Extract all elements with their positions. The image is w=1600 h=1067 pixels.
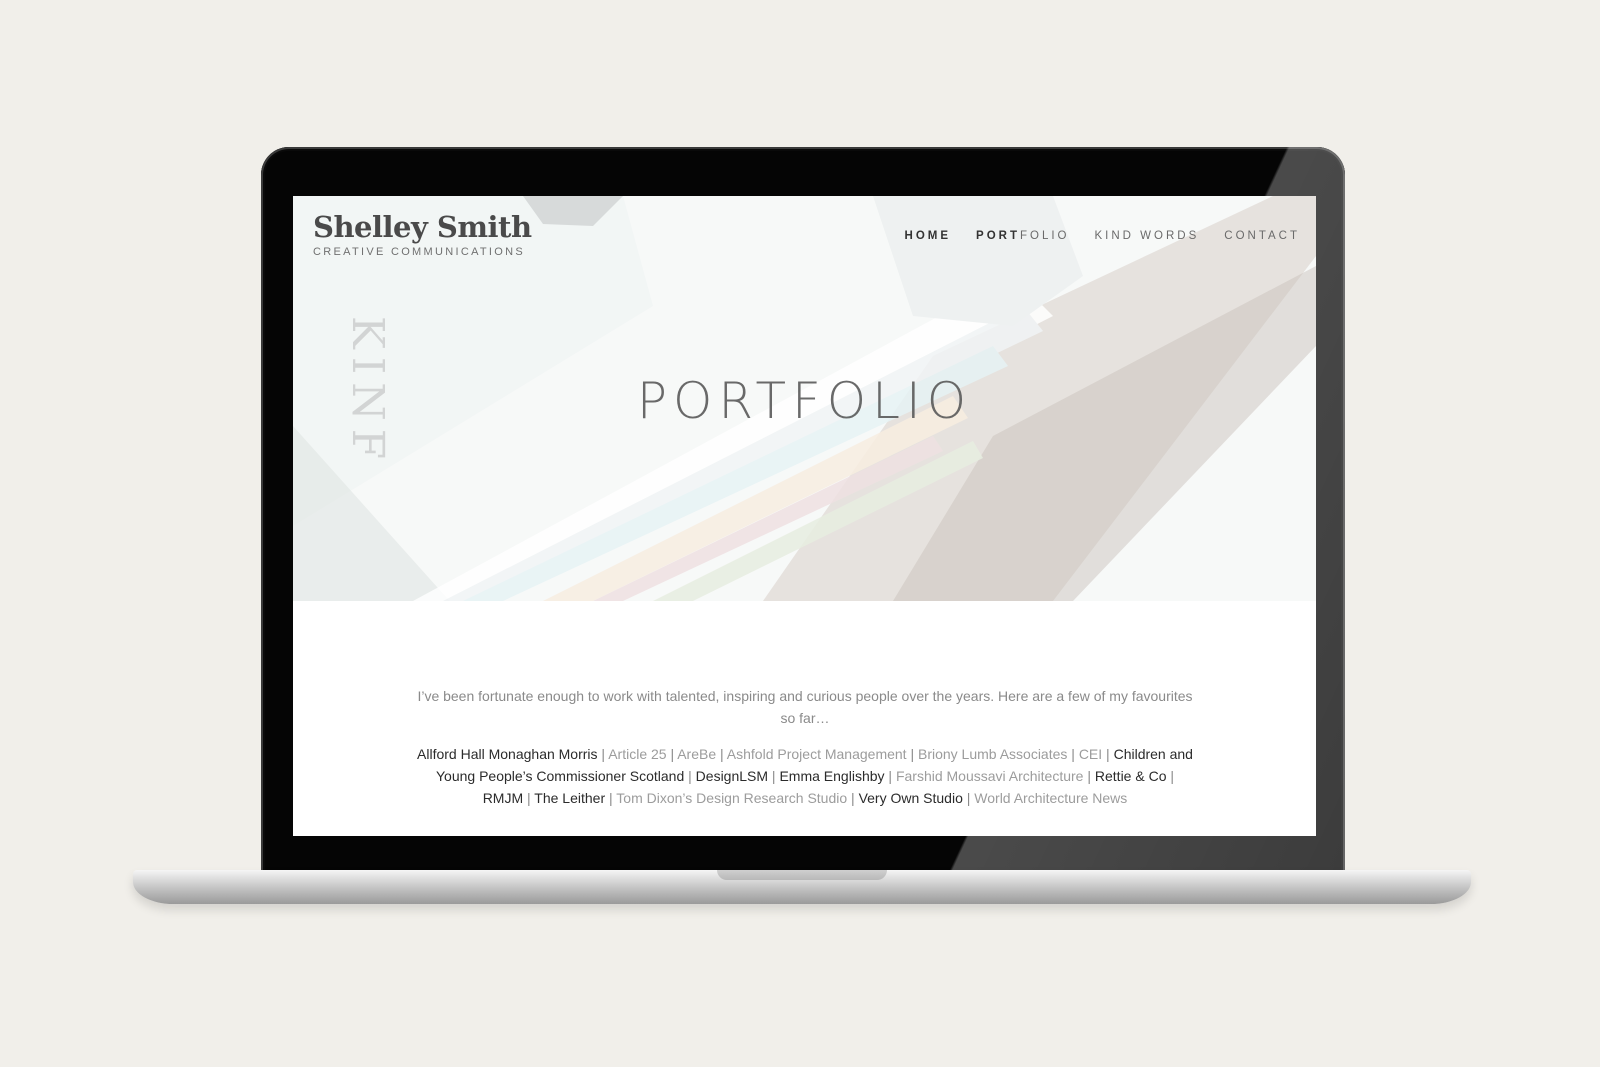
browser-viewport: KINF Shelley Smith CREATIVE COMMUNICATIO… (293, 196, 1316, 836)
brand-name: Shelley Smith (313, 210, 532, 244)
client-separator: | (597, 746, 609, 762)
laptop-base (133, 870, 1471, 904)
client-separator: | (847, 790, 859, 806)
client-separator: | (716, 746, 727, 762)
intro-text: I’ve been fortunate enough to work with … (417, 688, 1193, 726)
client-separator: | (906, 746, 918, 762)
client-separator: | (1102, 746, 1114, 762)
main-content: I’ve been fortunate enough to work with … (293, 601, 1316, 836)
nav-home[interactable]: HOME (905, 230, 952, 242)
client-link[interactable]: Tom Dixon’s Design Research Studio (616, 790, 847, 806)
client-link[interactable]: Very Own Studio (859, 790, 963, 806)
client-link[interactable]: AreBe (677, 746, 716, 762)
client-link[interactable]: Farshid Moussavi Architecture (896, 768, 1084, 784)
client-separator: | (523, 790, 535, 806)
brand-tagline: CREATIVE COMMUNICATIONS (313, 246, 525, 258)
client-separator: | (1067, 746, 1079, 762)
client-link[interactable]: Allford Hall Monaghan Morris (417, 746, 598, 762)
site-logo[interactable]: Shelley Smith CREATIVE COMMUNICATIONS (313, 210, 532, 258)
client-separator: | (884, 768, 896, 784)
client-separator: | (684, 768, 696, 784)
client-link[interactable]: Ashfold Project Management (727, 746, 907, 762)
nav-contact[interactable]: CONTACT (1224, 230, 1300, 242)
page-title: PORTFOLIO (636, 372, 973, 430)
client-link[interactable]: Emma Englishby (779, 768, 884, 784)
client-separator: | (666, 746, 678, 762)
client-link[interactable]: RMJM (483, 790, 523, 806)
client-link[interactable]: DesignLSM (696, 768, 768, 784)
client-link[interactable]: Briony Lumb Associates (918, 746, 1067, 762)
nav-kind-words[interactable]: KIND WORDS (1095, 230, 1200, 242)
client-link[interactable]: Article 25 (608, 746, 666, 762)
hero-banner: KINF Shelley Smith CREATIVE COMMUNICATIO… (293, 196, 1316, 601)
client-separator: | (1083, 768, 1095, 784)
nav-portfolio-highlight: PORT (976, 230, 1020, 242)
client-link[interactable]: Rettie & Co (1095, 768, 1167, 784)
client-list: Allford Hall Monaghan Morris | Article 2… (415, 743, 1195, 809)
nav-portfolio[interactable]: PORTFOLIO (976, 230, 1069, 242)
client-separator: | (1166, 768, 1175, 784)
client-link[interactable]: World Architecture News (974, 790, 1127, 806)
main-navigation: HOME PORTFOLIO KIND WORDS CONTACT (905, 230, 1300, 242)
nav-portfolio-rest: FOLIO (1020, 230, 1070, 242)
client-separator: | (768, 768, 780, 784)
laptop-base-notch (717, 870, 887, 880)
client-link[interactable]: The Leither (534, 790, 605, 806)
client-link[interactable]: CEI (1079, 746, 1102, 762)
client-separator: | (962, 790, 975, 806)
client-separator: | (605, 790, 617, 806)
